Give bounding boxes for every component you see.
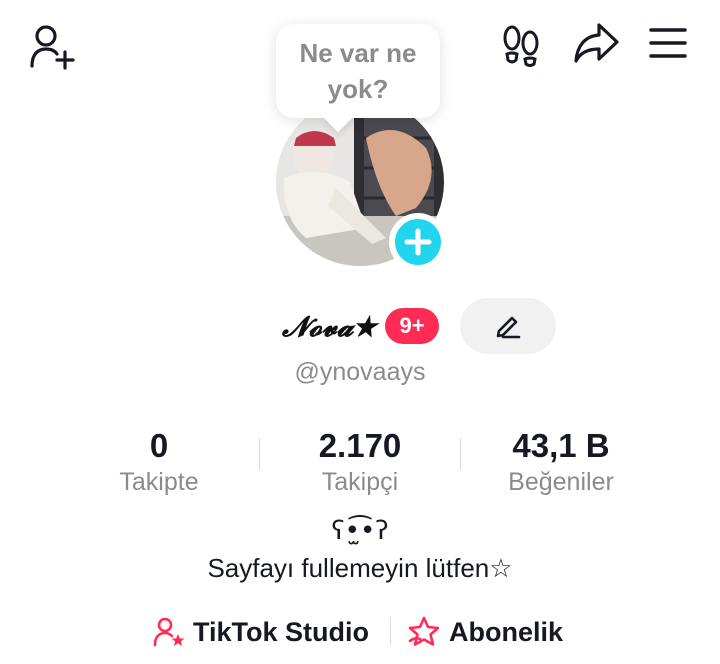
menu-button[interactable] (644, 20, 692, 66)
bio-kaomoji: ʕ•̫͡•ʔ (331, 516, 389, 546)
tiktok-studio-link[interactable]: TikTok Studio (152, 610, 369, 654)
add-friend-button[interactable] (24, 20, 80, 72)
followers-count: 2.170 (318, 427, 402, 464)
note-line-1: Ne var ne (299, 38, 417, 68)
star-badge-icon (408, 616, 440, 646)
following-stat[interactable]: 0 Takipte (59, 426, 259, 498)
following-count: 0 (149, 427, 169, 464)
add-story-button[interactable] (395, 219, 441, 265)
pencil-icon (496, 316, 521, 339)
following-label: Takipte (119, 468, 199, 496)
notification-badge[interactable]: 9+ (385, 308, 439, 344)
edit-profile-button[interactable] (460, 298, 556, 354)
link-divider (390, 617, 391, 645)
likes-count: 43,1 B (512, 427, 610, 464)
plus-icon (404, 228, 432, 256)
person-plus-icon (30, 25, 75, 70)
username: @ynovaays (294, 358, 426, 386)
note-bubble[interactable]: Ne var ne yok? (276, 24, 440, 118)
profile-views-button[interactable] (496, 20, 546, 70)
likes-label: Beğeniler (508, 468, 614, 496)
likes-stat[interactable]: 43,1 B Beğeniler (461, 426, 661, 498)
followers-label: Takipçi (321, 468, 399, 496)
bio-text: Sayfayı fullemeyin lütfen☆ (207, 553, 513, 583)
subscription-label: Abonelik (449, 616, 564, 647)
share-button[interactable] (570, 18, 622, 68)
display-name: 𝓝𝓸𝓿𝓪★ (282, 310, 377, 343)
person-star-icon (153, 617, 185, 647)
tiktok-studio-label: TikTok Studio (193, 616, 370, 647)
followers-stat[interactable]: 2.170 Takipçi (260, 426, 460, 498)
footprints-icon (503, 25, 539, 67)
subscription-link[interactable]: Abonelik (406, 610, 563, 654)
share-arrow-icon (574, 23, 619, 63)
note-line-2: yok? (327, 74, 389, 104)
hamburger-menu-icon (649, 28, 687, 58)
